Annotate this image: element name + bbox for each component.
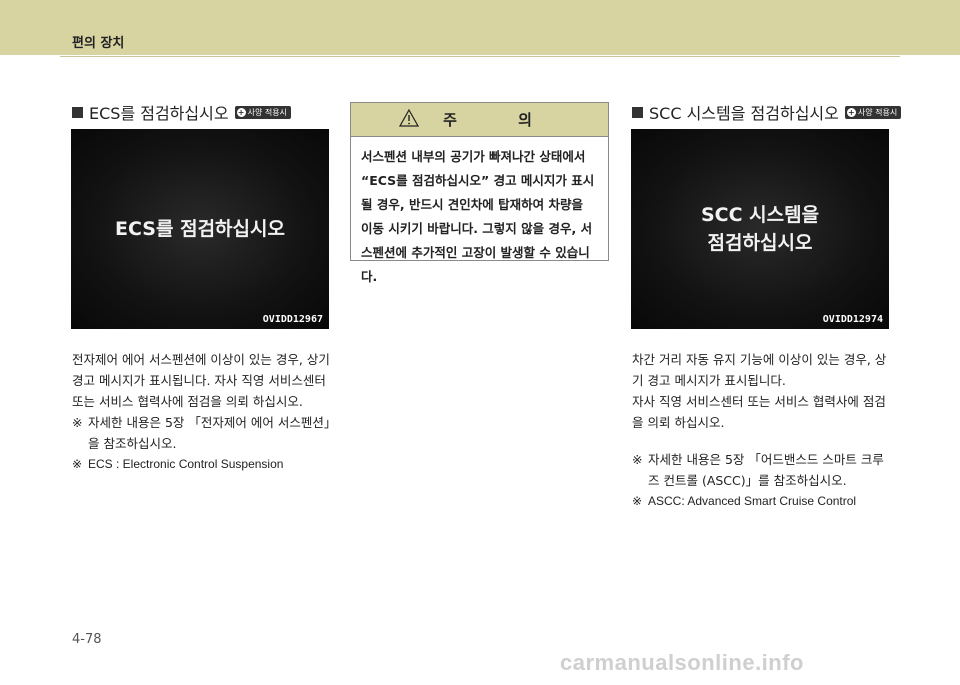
scc-warning-screen-image: SCC 시스템을 점검하십시오 OVIDD12974: [631, 129, 889, 329]
section-header-title: 편의 장치: [72, 36, 125, 51]
scc-paragraph-2: 자사 직영 서비스센터 또는 서비스 협력사에 점검을 의뢰 하십시오.: [632, 394, 886, 430]
note-mark: ※: [632, 494, 643, 508]
ecs-title-text: ECS를 점검하십시오: [89, 104, 229, 123]
scc-description: 차간 거리 자동 유지 기능에 이상이 있는 경우, 상기 경고 메시지가 표시…: [632, 349, 894, 512]
ecs-note-1: ※ 자세한 내용은 5장 「전자제어 에어 서스펜션」을 참조하십시오.: [72, 412, 334, 454]
scc-paragraph-1: 차간 거리 자동 유지 기능에 이상이 있는 경우, 상기 경고 메시지가 표시…: [632, 352, 887, 388]
option-badge-label: 사양 적용시: [857, 107, 898, 117]
note-mark: ※: [632, 452, 643, 467]
bullet-square-icon: [632, 106, 643, 118]
scc-title-text: SCC 시스템을 점검하십시오: [649, 104, 839, 123]
note-mark: ※: [72, 415, 83, 430]
option-badge-label: 사양 적용시: [247, 107, 287, 117]
scc-screen-line-2: 점검하십시오: [707, 232, 813, 254]
ecs-screen-message: ECS를 점검하십시오: [115, 217, 285, 240]
scc-note-1: ※ 자세한 내용은 5장 「어드밴스드 스마트 크루즈 컨트롤 (ASCC)」를…: [632, 449, 894, 491]
note-mark: ※: [72, 457, 83, 471]
plus-icon: +: [236, 107, 246, 117]
caution-header: 주 의: [351, 103, 608, 137]
scc-screen-line-1: SCC 시스템을: [700, 203, 820, 226]
page-number: 4-78: [72, 632, 102, 647]
scc-image-code: OVIDD12974: [822, 314, 883, 325]
header-divider: [60, 56, 900, 57]
scc-note-2: ※ ASCC: Advanced Smart Cruise Control: [632, 491, 894, 512]
note-text: 자세한 내용은 5장 「전자제어 에어 서스펜션」을 참조하십시오.: [88, 415, 331, 451]
note-text: ASCC: Advanced Smart Cruise Control: [648, 494, 857, 508]
caution-title: 주 의: [443, 111, 560, 129]
ecs-paragraph: 전자제어 에어 서스펜션에 이상이 있는 경우, 상기 경고 메시지가 표시됩니…: [72, 352, 330, 409]
option-badge: + 사양 적용시: [234, 105, 291, 119]
warning-triangle-icon: [399, 108, 420, 131]
watermark: carmanualsonline.info: [560, 650, 804, 675]
ecs-image-code: OVIDD12967: [262, 314, 323, 325]
header-band: [0, 0, 960, 55]
caution-text: 서스펜션 내부의 공기가 빠져나간 상태에서 “ECS를 점검하십시오” 경고 …: [361, 149, 595, 284]
note-text: 자세한 내용은 5장 「어드밴스드 스마트 크루즈 컨트롤 (ASCC)」를 참…: [648, 452, 884, 488]
note-text: ECS : Electronic Control Suspension: [88, 457, 284, 471]
ecs-description: 전자제어 에어 서스펜션에 이상이 있는 경우, 상기 경고 메시지가 표시됩니…: [72, 349, 334, 475]
bullet-square-icon: [72, 106, 83, 118]
caution-box: 주 의 서스펜션 내부의 공기가 빠져나간 상태에서 “ECS를 점검하십시오”…: [350, 102, 609, 284]
ecs-warning-screen-image: ECS를 점검하십시오 OVIDD12967: [71, 129, 329, 329]
plus-icon: +: [846, 107, 856, 117]
ecs-section-title: ECS를 점검하십시오 + 사양 적용시: [72, 100, 291, 124]
option-badge: + 사양 적용시: [844, 105, 902, 119]
scc-section-title: SCC 시스템을 점검하십시오 + 사양 적용시: [632, 100, 902, 124]
ecs-note-2: ※ ECS : Electronic Control Suspension: [72, 454, 334, 475]
